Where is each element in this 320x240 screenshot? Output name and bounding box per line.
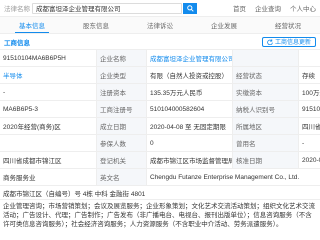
nav-query[interactable]: 企业查询	[255, 3, 281, 13]
company-name-value[interactable]: 成都富坦泽企业管理有限公司	[146, 50, 232, 67]
row-value: 四川省成都市锦江区	[0, 152, 96, 169]
update-button-label: 工商信息更新	[274, 40, 311, 46]
insured-count-value: 0	[146, 135, 232, 152]
row-value: 2020-04-08 至 无固定期限	[146, 118, 232, 135]
search-input[interactable]	[32, 2, 182, 14]
tab-development[interactable]: 企业发展	[207, 17, 241, 33]
tab-basic-info[interactable]: 基本信息	[15, 17, 49, 33]
row-label: 企业名称	[96, 50, 146, 67]
row-value: 91510104MA	[298, 101, 320, 118]
tab-litigation[interactable]: 法律诉讼	[143, 17, 177, 33]
row-value: -	[298, 135, 320, 152]
row-label: 注册资本	[96, 84, 146, 101]
section-header: 工商信息 工商信息更新	[0, 34, 320, 50]
row-value: MA6B6P5-3	[0, 101, 96, 118]
registered-address: 成都市锦江区（自编号）号 4栋 中科 金融街 4801	[0, 186, 320, 200]
tab-operation[interactable]: 经营状况	[271, 17, 305, 33]
credit-code-value: 91510104MA6B6P5H	[0, 50, 96, 67]
row-label: 经营状态	[232, 67, 298, 84]
top-nav: 首页 企业查询 个人中心	[233, 3, 316, 13]
row-label: 成立日期	[96, 118, 146, 135]
row-label: 工商注册号	[96, 101, 146, 118]
row-value: 存续	[298, 67, 320, 84]
registration-authority-value: 成都市锦江区市场监督管理局	[146, 152, 232, 169]
nav-home[interactable]: 首页	[233, 3, 246, 13]
row-value: 有限（自然人投资或控股）	[146, 67, 232, 84]
row-label: 企业类型	[96, 67, 146, 84]
row-label: 参保人数	[96, 135, 146, 152]
row-value	[298, 50, 320, 67]
row-label: 曾用名	[232, 135, 298, 152]
row-label	[232, 50, 298, 67]
tab-bar: 基本信息 股东信息 法律诉讼 企业发展 经营状况	[0, 17, 320, 34]
update-info-button[interactable]: 工商信息更新	[261, 36, 316, 47]
row-value: 135.35万元人民币	[146, 84, 232, 101]
row-value: 510104000582604	[146, 101, 232, 118]
business-info-table: 91510104MA6B6P5H 企业名称 成都富坦泽企业管理有限公司 半导体 …	[0, 50, 320, 186]
row-label: 纳税人识别号	[232, 101, 298, 118]
row-label: 登记机关	[96, 152, 146, 169]
nav-user-center[interactable]: 个人中心	[290, 3, 316, 13]
refresh-icon	[267, 38, 273, 45]
row-value: 100万元	[298, 84, 320, 101]
row-label: 英文名	[96, 169, 146, 186]
business-scope: 企业管理咨询；市场营销策划；会议及展览服务；企业形象策划；文化艺术交流活动策划；…	[3, 203, 315, 228]
row-link-value[interactable]: 半导体	[0, 67, 96, 84]
row-label: 核准日期	[232, 152, 298, 169]
tab-shareholders[interactable]: 股东信息	[79, 17, 113, 33]
section-title: 工商信息	[4, 39, 30, 47]
industry-value: 商务服务业	[0, 169, 96, 186]
row-label: 实缴资本	[232, 84, 298, 101]
search-icon[interactable]	[183, 2, 197, 14]
row-value: 四川省	[298, 118, 320, 135]
row-value: -	[0, 84, 96, 101]
header-label: 法律名称	[4, 6, 30, 13]
english-name-value: Chengdu Futanze Enterprise Management Co…	[146, 169, 320, 186]
row-value: 2020年经营(商务)区	[0, 118, 96, 135]
row-value	[0, 135, 96, 152]
row-value: 2020-04-08	[298, 152, 320, 169]
row-label: 所属地区	[232, 118, 298, 135]
top-bar: 法律名称 首页 企业查询 个人中心	[0, 0, 320, 17]
